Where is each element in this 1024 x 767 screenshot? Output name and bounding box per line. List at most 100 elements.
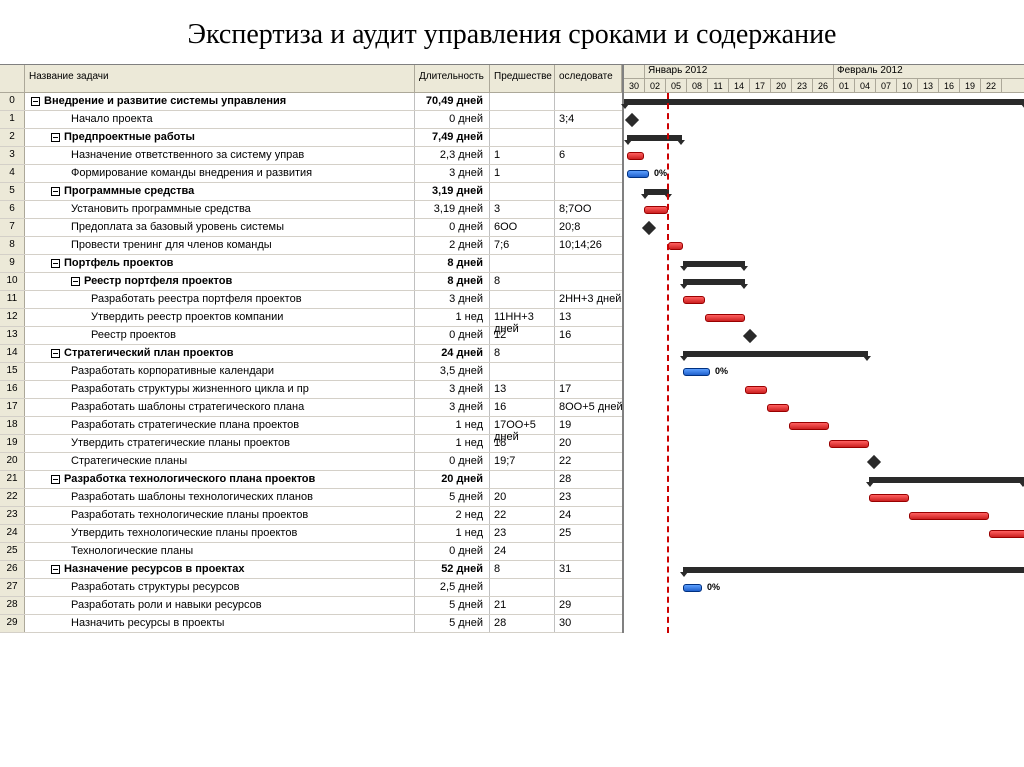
task-name-cell[interactable]: Разработать реестра портфеля проектов [25, 291, 415, 308]
duration-cell[interactable]: 0 дней [415, 543, 490, 560]
table-row[interactable]: 26Назначение ресурсов в проектах52 дней8… [0, 561, 622, 579]
task-name-cell[interactable]: Разработать технологические планы проект… [25, 507, 415, 524]
predecessor-cell[interactable] [490, 255, 555, 272]
successor-cell[interactable]: 28 [555, 471, 622, 488]
collapse-icon[interactable] [51, 565, 60, 574]
successor-cell[interactable]: 13 [555, 309, 622, 326]
task-bar[interactable] [909, 512, 989, 520]
table-row[interactable]: 9Портфель проектов8 дней [0, 255, 622, 273]
successor-cell[interactable]: 23 [555, 489, 622, 506]
predecessor-cell[interactable]: 16 [490, 399, 555, 416]
task-name-cell[interactable]: Назначить ресурсы в проекты [25, 615, 415, 632]
table-row[interactable]: 21Разработка технологического плана прое… [0, 471, 622, 489]
table-row[interactable]: 12Утвердить реестр проектов компании1 не… [0, 309, 622, 327]
table-row[interactable]: 23Разработать технологические планы прое… [0, 507, 622, 525]
task-name-cell[interactable]: Утвердить технологические планы проектов [25, 525, 415, 542]
duration-cell[interactable]: 24 дней [415, 345, 490, 362]
gantt-row[interactable] [624, 327, 1024, 345]
summary-bar[interactable] [683, 279, 745, 285]
predecessor-cell[interactable]: 3 [490, 201, 555, 218]
milestone-marker[interactable] [867, 455, 881, 469]
gantt-row[interactable] [624, 111, 1024, 129]
duration-cell[interactable]: 3 дней [415, 381, 490, 398]
successor-cell[interactable] [555, 129, 622, 146]
milestone-marker[interactable] [625, 113, 639, 127]
successor-cell[interactable]: 8;7ОО [555, 201, 622, 218]
successor-cell[interactable]: 3;4 [555, 111, 622, 128]
task-name-cell[interactable]: Установить программные средства [25, 201, 415, 218]
duration-cell[interactable]: 5 дней [415, 489, 490, 506]
table-row[interactable]: 8Провести тренинг для членов команды2 дн… [0, 237, 622, 255]
task-name-cell[interactable]: Начало проекта [25, 111, 415, 128]
duration-cell[interactable]: 1 нед [415, 525, 490, 542]
duration-cell[interactable]: 3,5 дней [415, 363, 490, 380]
task-name-cell[interactable]: Провести тренинг для членов команды [25, 237, 415, 254]
gantt-body[interactable]: 0%0%0% [624, 93, 1024, 633]
table-row[interactable]: 1Начало проекта0 дней3;4 [0, 111, 622, 129]
table-row[interactable]: 15Разработать корпоративные календари3,5… [0, 363, 622, 381]
predecessor-cell[interactable] [490, 579, 555, 596]
table-row[interactable]: 22Разработать шаблоны технологических пл… [0, 489, 622, 507]
col-id[interactable] [0, 65, 25, 92]
duration-cell[interactable]: 0 дней [415, 327, 490, 344]
successor-cell[interactable]: 20;8 [555, 219, 622, 236]
duration-cell[interactable]: 0 дней [415, 453, 490, 470]
task-name-cell[interactable]: Разработать структуры ресурсов [25, 579, 415, 596]
col-predecessors[interactable]: Предшестве [490, 65, 555, 92]
successor-cell[interactable] [555, 543, 622, 560]
table-row[interactable]: 2Предпроектные работы7,49 дней [0, 129, 622, 147]
gantt-row[interactable] [624, 435, 1024, 453]
predecessor-cell[interactable]: 8 [490, 345, 555, 362]
duration-cell[interactable]: 5 дней [415, 597, 490, 614]
gantt-row[interactable] [624, 381, 1024, 399]
task-name-cell[interactable]: Внедрение и развитие системы управления [25, 93, 415, 110]
duration-cell[interactable]: 3,19 дней [415, 183, 490, 200]
gantt-row[interactable] [624, 417, 1024, 435]
duration-cell[interactable]: 3 дней [415, 165, 490, 182]
task-bar[interactable] [683, 296, 705, 304]
task-name-cell[interactable]: Утвердить стратегические планы проектов [25, 435, 415, 452]
task-name-cell[interactable]: Портфель проектов [25, 255, 415, 272]
summary-bar[interactable] [627, 135, 682, 141]
duration-cell[interactable]: 7,49 дней [415, 129, 490, 146]
successor-cell[interactable]: 17 [555, 381, 622, 398]
gantt-row[interactable] [624, 525, 1024, 543]
successor-cell[interactable] [555, 183, 622, 200]
successor-cell[interactable]: 31 [555, 561, 622, 578]
task-name-cell[interactable]: Разработать стратегические плана проекто… [25, 417, 415, 434]
table-row[interactable]: 10Реестр портфеля проектов8 дней8 [0, 273, 622, 291]
successor-cell[interactable]: 24 [555, 507, 622, 524]
col-name[interactable]: Название задачи [25, 65, 415, 92]
gantt-row[interactable] [624, 489, 1024, 507]
task-name-cell[interactable]: Реестр проектов [25, 327, 415, 344]
predecessor-cell[interactable]: 17ОО+5 дней [490, 417, 555, 434]
col-duration[interactable]: Длительность [415, 65, 490, 92]
duration-cell[interactable]: 2 дней [415, 237, 490, 254]
successor-cell[interactable]: 8ОО+5 дней [555, 399, 622, 416]
duration-cell[interactable]: 2,3 дней [415, 147, 490, 164]
gantt-row[interactable] [624, 507, 1024, 525]
duration-cell[interactable]: 1 нед [415, 309, 490, 326]
predecessor-cell[interactable]: 23 [490, 525, 555, 542]
gantt-row[interactable] [624, 255, 1024, 273]
task-name-cell[interactable]: Разработать шаблоны стратегического план… [25, 399, 415, 416]
collapse-icon[interactable] [51, 349, 60, 358]
duration-cell[interactable]: 0 дней [415, 111, 490, 128]
table-row[interactable]: 4Формирование команды внедрения и развит… [0, 165, 622, 183]
successor-cell[interactable]: 19 [555, 417, 622, 434]
gantt-row[interactable] [624, 147, 1024, 165]
task-name-cell[interactable]: Разработать корпоративные календари [25, 363, 415, 380]
predecessor-cell[interactable] [490, 183, 555, 200]
task-bar[interactable] [705, 314, 745, 322]
table-row[interactable]: 3Назначение ответственного за систему уп… [0, 147, 622, 165]
task-bar[interactable] [829, 440, 869, 448]
successor-cell[interactable] [555, 273, 622, 290]
table-row[interactable]: 24Утвердить технологические планы проект… [0, 525, 622, 543]
gantt-row[interactable] [624, 219, 1024, 237]
gantt-row[interactable] [624, 273, 1024, 291]
progress-bar[interactable] [683, 368, 710, 376]
predecessor-cell[interactable]: 21 [490, 597, 555, 614]
table-row[interactable]: 28Разработать роли и навыки ресурсов5 дн… [0, 597, 622, 615]
duration-cell[interactable]: 2,5 дней [415, 579, 490, 596]
predecessor-cell[interactable]: 13 [490, 381, 555, 398]
